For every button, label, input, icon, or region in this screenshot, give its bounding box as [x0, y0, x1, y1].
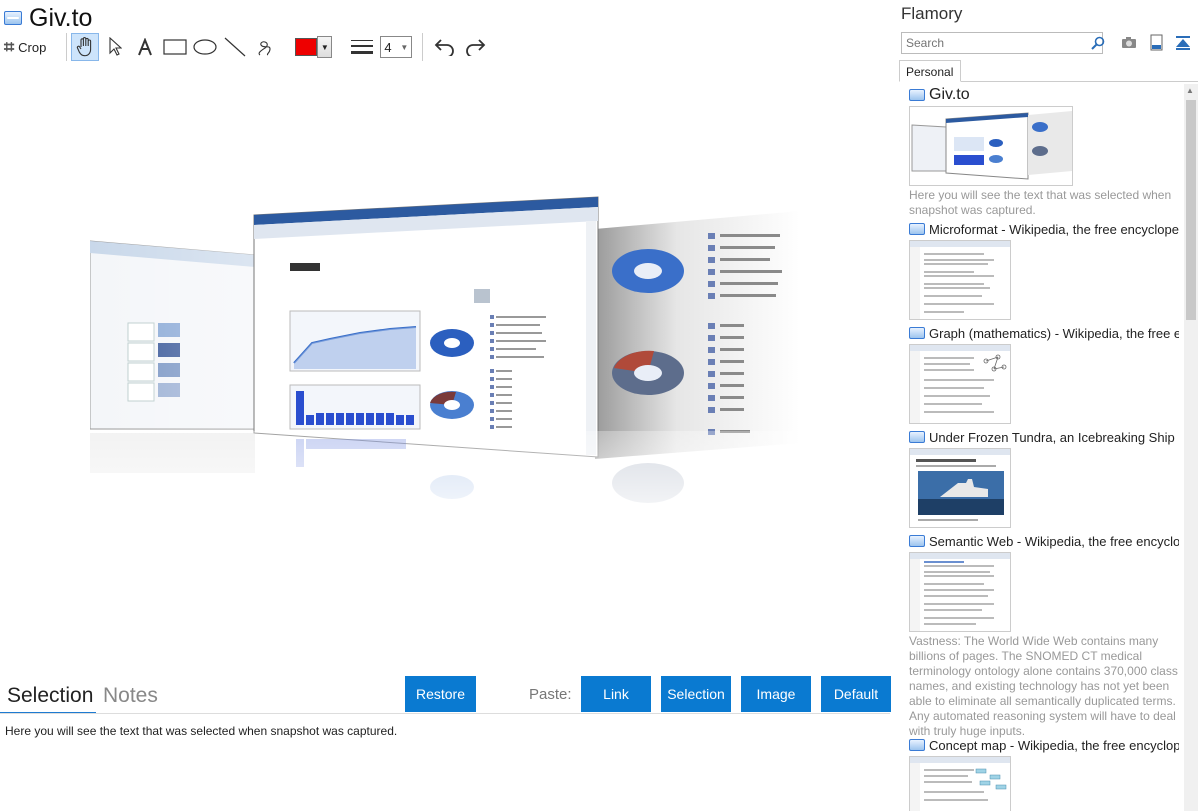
paste-image-button[interactable]: Image [741, 676, 811, 712]
tab-notes[interactable]: Notes [103, 684, 158, 708]
title-row: Giv.to [4, 4, 92, 32]
item-thumbnail [909, 448, 1011, 528]
crop-button[interactable]: ⌗ Crop [4, 37, 46, 58]
item-thumbnail [909, 240, 1011, 320]
crop-icon: ⌗ [4, 36, 15, 57]
sidebar-tabs: Personal [893, 60, 1198, 82]
list-item[interactable]: Microformat - Wikipedia, the free encycl… [909, 220, 1179, 320]
search-input[interactable] [901, 32, 1103, 54]
ellipse-tool-button[interactable] [191, 33, 219, 61]
scrollbar-thumb[interactable] [1186, 100, 1196, 320]
rectangle-icon [163, 39, 187, 55]
item-title: Under Frozen Tundra, an Icebreaking Ship… [929, 429, 1179, 445]
item-title: Concept map - Wikipedia, the free encycl… [929, 737, 1179, 753]
item-thumbnail [909, 106, 1073, 186]
color-swatch [295, 38, 318, 56]
redo-icon [466, 39, 486, 56]
restore-button[interactable]: Restore [405, 676, 476, 712]
select-tool-button[interactable] [101, 33, 129, 61]
snapshot-icon [909, 89, 925, 101]
tabs-divider [0, 713, 890, 714]
camera-icon[interactable] [1120, 34, 1138, 52]
line-width-select[interactable]: 4 ▼ [380, 36, 413, 58]
rectangle-tool-button[interactable] [161, 33, 189, 61]
chevron-down-icon[interactable]: ▼ [317, 36, 333, 58]
text-icon [138, 38, 153, 56]
search-icon[interactable] [1091, 36, 1105, 50]
line-icon [224, 37, 246, 57]
freehand-tool-button[interactable] [251, 33, 279, 61]
item-description: Here you will see the text that was sele… [909, 188, 1172, 217]
item-description: Vastness: The World Wide Web contains ma… [909, 634, 1178, 738]
sidebar-title: Flamory [901, 4, 963, 23]
undo-icon [435, 39, 455, 56]
list-item[interactable]: Concept map - Wikipedia, the free encycl… [909, 736, 1179, 811]
text-tool-button[interactable] [131, 33, 159, 61]
snapshot-icon [909, 739, 925, 751]
list-item[interactable]: Giv.to Here you will see the text that w… [909, 86, 1179, 218]
item-title: Microformat - Wikipedia, the free encycl… [929, 221, 1179, 237]
paste-link-button[interactable]: Link [581, 676, 651, 712]
undo-button[interactable] [431, 33, 459, 61]
hand-icon [77, 37, 92, 57]
paste-selection-button[interactable]: Selection [661, 676, 731, 712]
line-width-value: 4 [384, 39, 392, 55]
toolbar-divider [66, 33, 68, 61]
collapse-top-icon[interactable] [1174, 34, 1192, 52]
snapshot-icon [4, 11, 22, 25]
item-thumbnail [909, 344, 1011, 424]
selection-text[interactable]: Here you will see the text that was sele… [5, 724, 397, 738]
color-picker[interactable]: ▼ [295, 36, 333, 58]
document-icon[interactable] [1147, 34, 1165, 52]
line-width-icon [348, 33, 376, 61]
snapshot-list: Giv.to Here you will see the text that w… [909, 86, 1179, 811]
item-thumbnail [909, 756, 1011, 811]
freehand-icon [258, 41, 271, 56]
page-title: Giv.to [29, 3, 93, 32]
flamory-sidebar: Flamory Personal Giv.to [893, 0, 1198, 811]
snapshot-icon [909, 431, 925, 443]
main-pane: Giv.to ⌗ Crop ▼ 4 ▼ Selection Notes Rest… [0, 0, 893, 811]
chevron-down-icon: ▼ [400, 42, 409, 52]
crop-label: Crop [18, 39, 47, 55]
item-title: Graph (mathematics) - Wikipedia, the fre… [929, 325, 1179, 341]
list-item[interactable]: Under Frozen Tundra, an Icebreaking Ship… [909, 428, 1179, 528]
item-title: Giv.to [929, 86, 970, 103]
tabs-divider [961, 81, 1198, 82]
snapshot-icon [909, 535, 925, 547]
annotation-toolbar: ⌗ Crop ▼ 4 ▼ [4, 32, 491, 62]
toolbar-divider [422, 33, 424, 61]
paste-label: Paste: [529, 686, 572, 703]
list-item[interactable]: Semantic Web - Wikipedia, the free encyc… [909, 532, 1179, 739]
flamory-window: Giv.to ⌗ Crop ▼ 4 ▼ Selection Notes Rest… [0, 0, 1198, 811]
snapshot-icon [909, 327, 925, 339]
scroll-up-icon[interactable]: ▲ [1186, 86, 1194, 95]
line-tool-button[interactable] [221, 33, 249, 61]
snapshot-preview-image [89, 193, 800, 539]
hand-tool-button[interactable] [71, 33, 100, 61]
item-thumbnail [909, 552, 1011, 632]
snapshot-icon [909, 223, 925, 235]
redo-button[interactable] [461, 33, 489, 61]
pointer-icon [109, 37, 123, 56]
paste-default-button[interactable]: Default [821, 676, 891, 712]
tab-selection[interactable]: Selection [7, 684, 93, 708]
tab-personal[interactable]: Personal [899, 60, 961, 82]
item-title: Semantic Web - Wikipedia, the free encyc… [929, 533, 1179, 549]
list-item[interactable]: Graph (mathematics) - Wikipedia, the fre… [909, 324, 1179, 424]
ellipse-icon [193, 39, 217, 55]
sidebar-scrollbar[interactable]: ▲ [1184, 84, 1198, 811]
